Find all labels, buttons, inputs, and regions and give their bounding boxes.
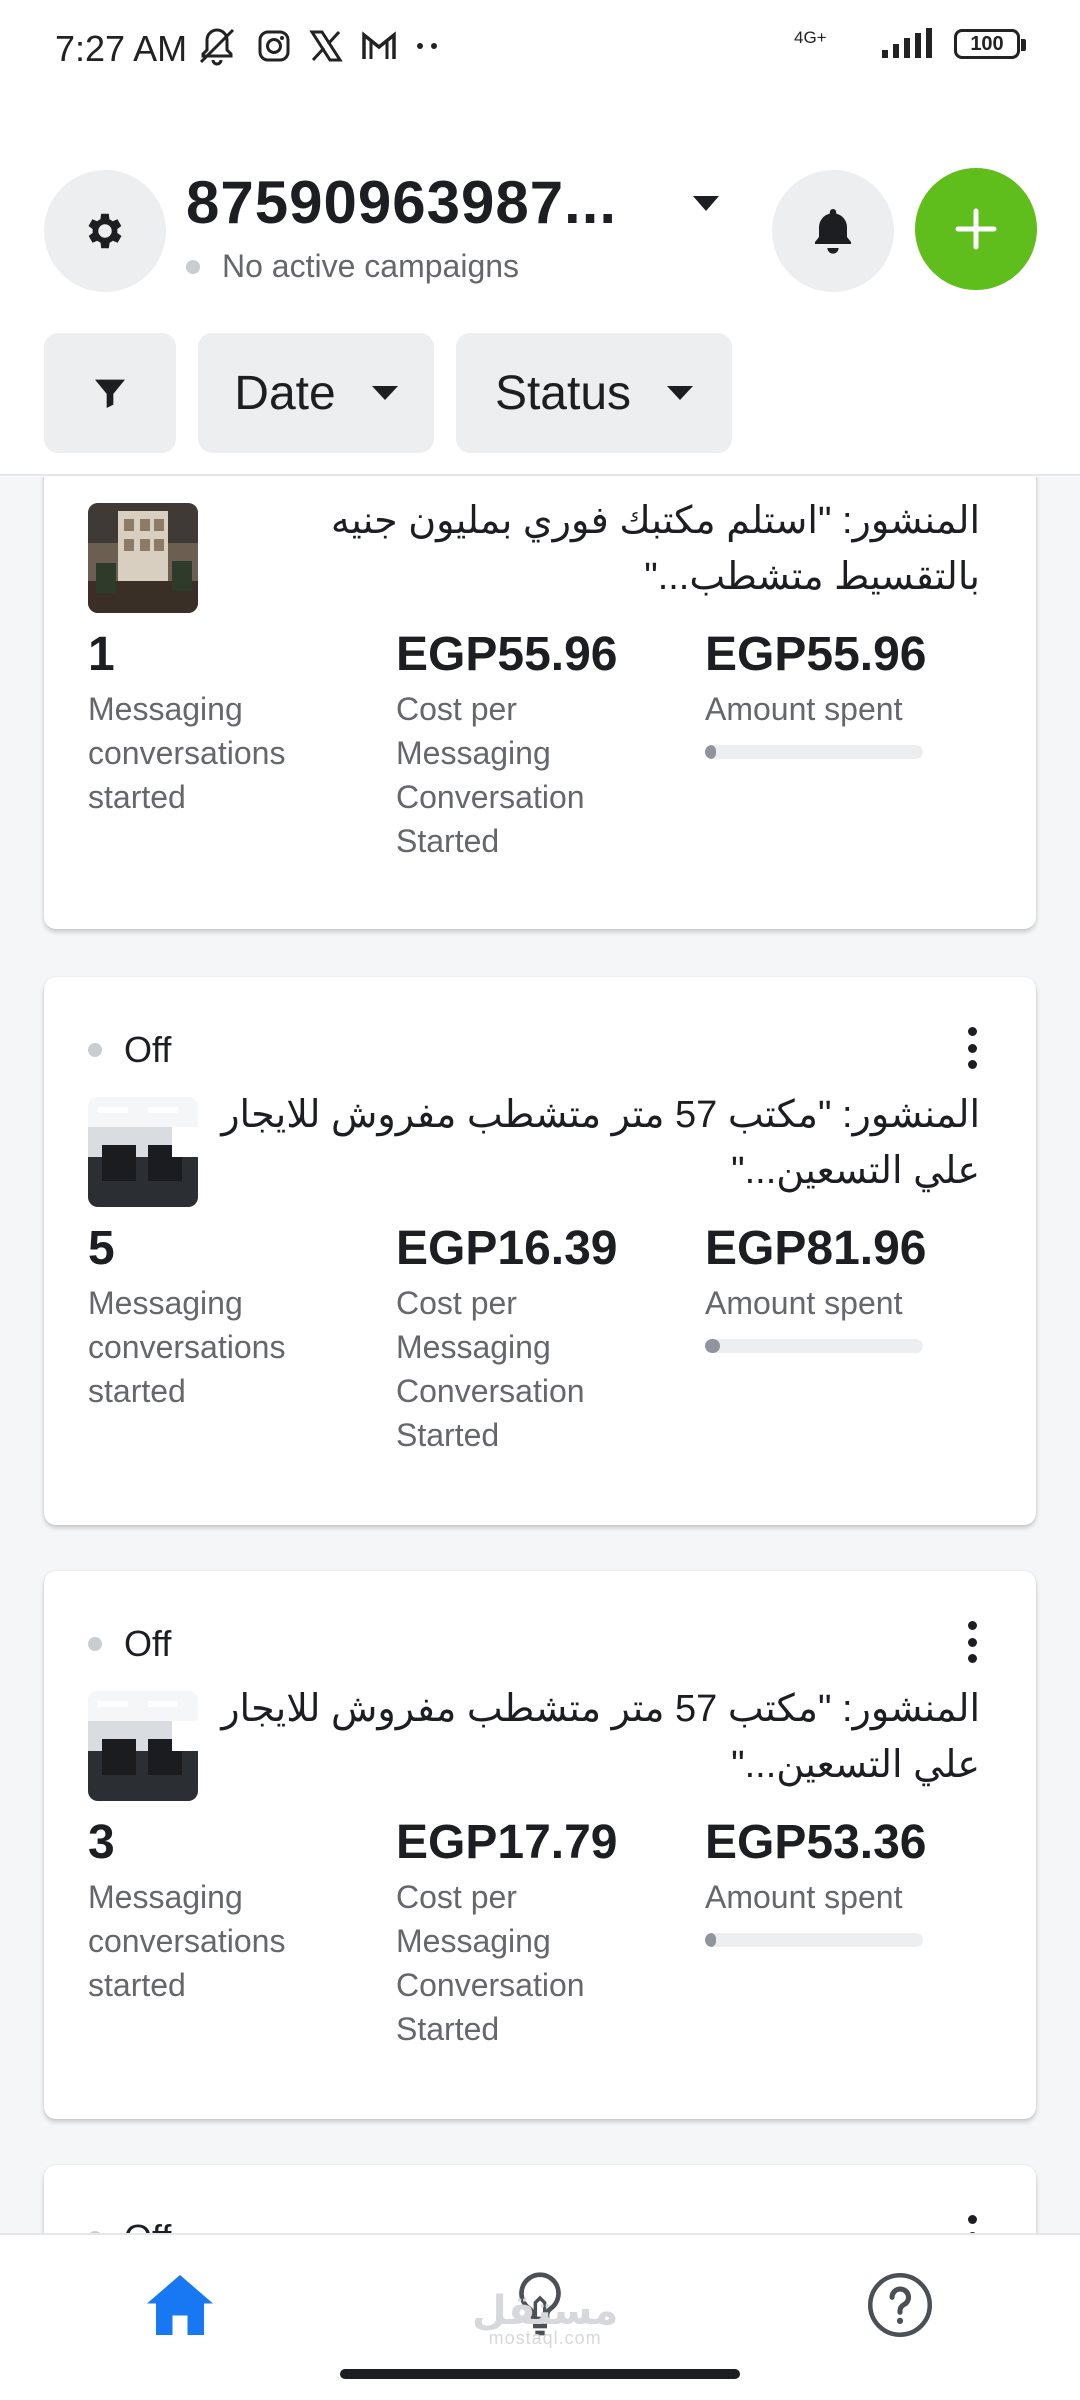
signal-icon	[882, 28, 932, 58]
metric-value: EGP53.36	[705, 1816, 927, 1869]
metric-conversations: 3 Messaging conversations started	[88, 1815, 378, 2007]
post-thumbnail	[88, 1097, 198, 1207]
ad-card[interactable]: Off	[44, 2165, 1036, 2234]
app-header: 87590963987... No active campaigns Date …	[0, 100, 1080, 476]
help-icon	[867, 2272, 933, 2338]
bell-icon	[815, 209, 851, 254]
metric-label: Amount spent	[705, 691, 903, 727]
status-dot-icon	[186, 259, 200, 274]
metric-value: EGP16.39	[396, 1222, 618, 1275]
chevron-down-icon	[667, 386, 694, 400]
post-thumbnail	[88, 503, 198, 613]
status-dot-icon	[88, 1043, 102, 1057]
ad-status: Off	[88, 1623, 171, 1665]
date-dropdown[interactable]: Date	[198, 333, 434, 453]
spend-progress-bar	[705, 745, 923, 759]
metric-cost-per-conversation: EGP55.96 Cost per Messaging Conversation…	[396, 627, 686, 863]
spend-progress-bar	[705, 1339, 923, 1353]
campaign-list[interactable]: المنشور: "استلم مكتبك فوري بمليون جنيه ب…	[0, 477, 1080, 2234]
ad-status: Off	[88, 1029, 171, 1071]
more-options-icon[interactable]	[962, 1027, 982, 1069]
gesture-home-bar[interactable]	[340, 2369, 740, 2379]
campaign-status: No active campaigns	[186, 248, 519, 285]
metric-conversations: 5 Messaging conversations started	[88, 1221, 378, 1413]
ad-card[interactable]: Off المنشور: "مكتب 57 متر متشطب مفروش لل…	[44, 977, 1036, 1525]
ad-status-label: Off	[124, 1623, 172, 1664]
post-title: المنشور: "مكتب 57 متر متشطب مفروش للايجا…	[221, 1094, 980, 1192]
metric-cost-per-conversation: EGP16.39 Cost per Messaging Conversation…	[396, 1221, 686, 1457]
notifications-button[interactable]	[772, 170, 894, 292]
x-icon	[309, 30, 343, 62]
campaign-status-text: No active campaigns	[222, 248, 520, 284]
metric-cost-per-conversation: EGP17.79 Cost per Messaging Conversation…	[396, 1815, 686, 2051]
notification-icons	[195, 26, 439, 66]
metric-label: Amount spent	[705, 1285, 903, 1321]
metric-value: EGP55.96	[396, 628, 618, 681]
network-type: 4G+	[794, 28, 827, 47]
status-dropdown-label: Status	[494, 366, 632, 420]
metric-amount-spent: EGP81.96 Amount spent	[705, 1221, 995, 1353]
metric-label: Messaging conversations started	[88, 1879, 286, 2003]
settings-button[interactable]	[44, 170, 166, 292]
more-options-icon[interactable]	[962, 2215, 982, 2234]
post-title: المنشور: "استلم مكتبك فوري بمليون جنيه ب…	[330, 500, 980, 598]
funnel-icon	[95, 379, 125, 408]
post-thumbnail	[88, 1691, 198, 1801]
watermark: مستقل mostaql.com	[472, 2288, 618, 2349]
metric-conversations: 1 Messaging conversations started	[88, 627, 378, 819]
metric-amount-spent: EGP53.36 Amount spent	[705, 1815, 995, 1947]
metric-label: Messaging conversations started	[88, 691, 286, 815]
ad-status-label: Off	[124, 2217, 171, 2234]
more-options-icon[interactable]	[962, 1621, 982, 1663]
status-bar: 7:27 AM 4G+ 100	[0, 0, 1080, 100]
ad-status: Off	[88, 2217, 171, 2234]
status-time: 7:27 AM	[55, 28, 188, 69]
gear-icon	[88, 213, 122, 249]
account-selector[interactable]: 87590963987...	[186, 168, 617, 237]
account-dropdown-icon[interactable]	[693, 196, 719, 211]
chevron-down-icon	[371, 386, 398, 400]
instagram-icon	[258, 30, 290, 62]
metric-value: 5	[88, 1222, 115, 1275]
create-button[interactable]	[915, 168, 1037, 290]
nav-home[interactable]	[140, 2265, 220, 2345]
metric-value: 3	[88, 1816, 115, 1869]
metric-amount-spent: EGP55.96 Amount spent	[705, 627, 995, 759]
ad-card[interactable]: المنشور: "استلم مكتبك فوري بمليون جنيه ب…	[44, 477, 1036, 929]
plus-icon	[955, 208, 997, 250]
spend-progress-bar	[705, 1933, 923, 1947]
ad-card[interactable]: Off المنشور: "مكتب 57 متر متشطب مفروش لل…	[44, 1571, 1036, 2119]
metric-value: EGP55.96	[705, 628, 927, 681]
nav-help[interactable]	[860, 2265, 940, 2345]
status-dot-icon	[88, 1637, 102, 1651]
more-dots-icon	[417, 43, 437, 49]
gmail-icon	[362, 31, 396, 59]
filter-button[interactable]	[44, 333, 176, 453]
metric-label: Messaging conversations started	[88, 1285, 286, 1409]
system-icons: 4G+ 100	[794, 28, 1026, 60]
status-dropdown[interactable]: Status	[456, 333, 732, 453]
metric-label: Amount spent	[705, 1879, 903, 1915]
metric-label: Cost per Messaging Conversation Started	[396, 691, 585, 859]
home-icon	[147, 2275, 213, 2335]
metric-value: EGP81.96	[705, 1222, 927, 1275]
battery-icon: 100	[954, 29, 1026, 59]
metric-label: Cost per Messaging Conversation Started	[396, 1879, 585, 2047]
metric-value: EGP17.79	[396, 1816, 618, 1869]
mute-icon	[199, 28, 235, 66]
metric-value: 1	[88, 628, 115, 681]
date-dropdown-label: Date	[234, 366, 336, 420]
ad-status-label: Off	[124, 1029, 172, 1070]
filter-row: Date Status	[44, 333, 732, 453]
spend-progress-fill	[705, 1339, 721, 1353]
post-title: المنشور: "مكتب 57 متر متشطب مفروش للايجا…	[221, 1688, 980, 1786]
spend-progress-fill	[705, 1933, 716, 1947]
metric-label: Cost per Messaging Conversation Started	[396, 1285, 585, 1453]
watermark-url: mostaql.com	[488, 2328, 602, 2348]
spend-progress-fill	[705, 745, 716, 759]
